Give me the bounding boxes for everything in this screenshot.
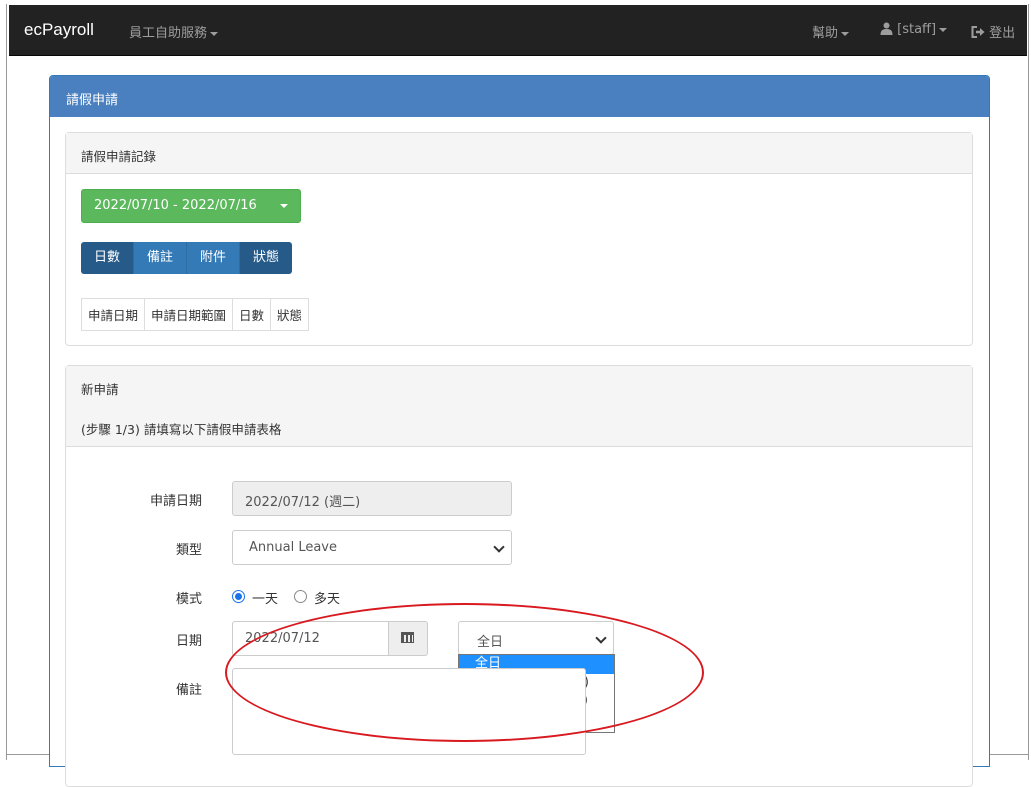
period-select[interactable]: 全日 <box>458 621 614 655</box>
logout-label: 登出 <box>989 26 1016 41</box>
panel-heading: 請假申請 <box>50 76 989 117</box>
apply-date-value: 2022/07/12 (週二) <box>245 495 361 510</box>
calendar-button[interactable] <box>388 621 428 656</box>
period-value: 全日 <box>477 635 504 650</box>
new-request-heading: 新申請 (步驟 1/3) 請填寫以下請假申請表格 <box>66 366 972 447</box>
logout-link[interactable]: 登出 <box>971 22 1015 41</box>
new-request-title: 新申請 <box>81 382 119 397</box>
leave-records-panel: 請假申請記錄 2022/07/10 - 2022/07/16 日數 備註 附件 … <box>65 132 973 346</box>
leave-records-table: 申請日期 申請日期範圍 日數 狀態 <box>80 298 310 331</box>
leave-type-label: 類型 <box>175 543 202 558</box>
help-label: 幫助 <box>812 26 839 41</box>
mode-multi-day-radio[interactable] <box>294 590 307 603</box>
brand-logo[interactable]: ecPayroll <box>24 20 94 40</box>
table-header-cell[interactable]: 申請日期範圍 <box>144 298 234 331</box>
user-icon <box>880 22 893 35</box>
apply-date-field: 2022/07/12 (週二) <box>232 481 512 516</box>
leave-type-value: Annual Leave <box>249 540 337 555</box>
self-service-label: 員工自助服務 <box>129 26 208 41</box>
table-header-cell[interactable]: 申請日期 <box>80 298 146 331</box>
date-value: 2022/07/12 <box>245 631 320 646</box>
mode-multi-day-label: 多天 <box>314 592 341 607</box>
user-label: [staff] <box>897 22 937 37</box>
table-header-cell[interactable]: 日數 <box>232 298 272 331</box>
date-range-label: 2022/07/10 - 2022/07/16 <box>94 198 257 213</box>
chevron-down-icon <box>210 31 219 36</box>
chevron-down-icon <box>280 204 288 208</box>
help-menu[interactable]: 幫助 <box>812 22 850 41</box>
leave-type-select[interactable]: Annual Leave <box>232 530 512 565</box>
apply-date-label: 申請日期 <box>149 494 202 509</box>
column-toggle-remarks[interactable]: 備註 <box>134 242 188 274</box>
mode-label: 模式 <box>175 592 202 607</box>
remark-label: 備註 <box>175 683 202 698</box>
date-range-picker-button[interactable]: 2022/07/10 - 2022/07/16 <box>81 189 301 223</box>
window-top <box>0 0 1031 4</box>
mode-one-day-label: 一天 <box>252 592 279 607</box>
chevron-down-icon <box>493 541 505 553</box>
chevron-down-icon <box>595 632 607 644</box>
leave-records-title: 請假申請記錄 <box>81 149 157 164</box>
self-service-menu[interactable]: 員工自助服務 <box>129 22 219 41</box>
mode-one-day-radio[interactable] <box>232 590 245 603</box>
logout-icon <box>971 26 985 38</box>
calendar-icon <box>401 632 414 643</box>
window-right-edge <box>1028 4 1029 760</box>
column-toggle-attachments[interactable]: 附件 <box>187 242 241 274</box>
top-navbar: ecPayroll 員工自助服務 幫助 [staff] 登出 <box>9 5 1027 56</box>
date-label: 日期 <box>175 634 202 649</box>
chevron-down-icon <box>939 27 948 32</box>
table-header-cell[interactable]: 狀態 <box>270 298 310 331</box>
page-title: 請假申請 <box>66 93 119 108</box>
leave-records-heading: 請假申請記錄 <box>66 133 972 174</box>
remark-textarea[interactable] <box>232 668 586 755</box>
user-menu[interactable]: [staff] <box>880 22 948 37</box>
window-left-edge <box>6 4 7 760</box>
date-input[interactable]: 2022/07/12 <box>232 621 390 656</box>
table-header-row: 申請日期 申請日期範圍 日數 狀態 <box>80 298 310 331</box>
column-toggle-status[interactable]: 狀態 <box>240 242 293 274</box>
column-toggle-group: 日數 備註 附件 狀態 <box>81 242 293 274</box>
step-instruction: (步驟 1/3) 請填寫以下請假申請表格 <box>81 422 282 437</box>
column-toggle-days[interactable]: 日數 <box>81 242 135 274</box>
chevron-down-icon <box>841 31 850 36</box>
